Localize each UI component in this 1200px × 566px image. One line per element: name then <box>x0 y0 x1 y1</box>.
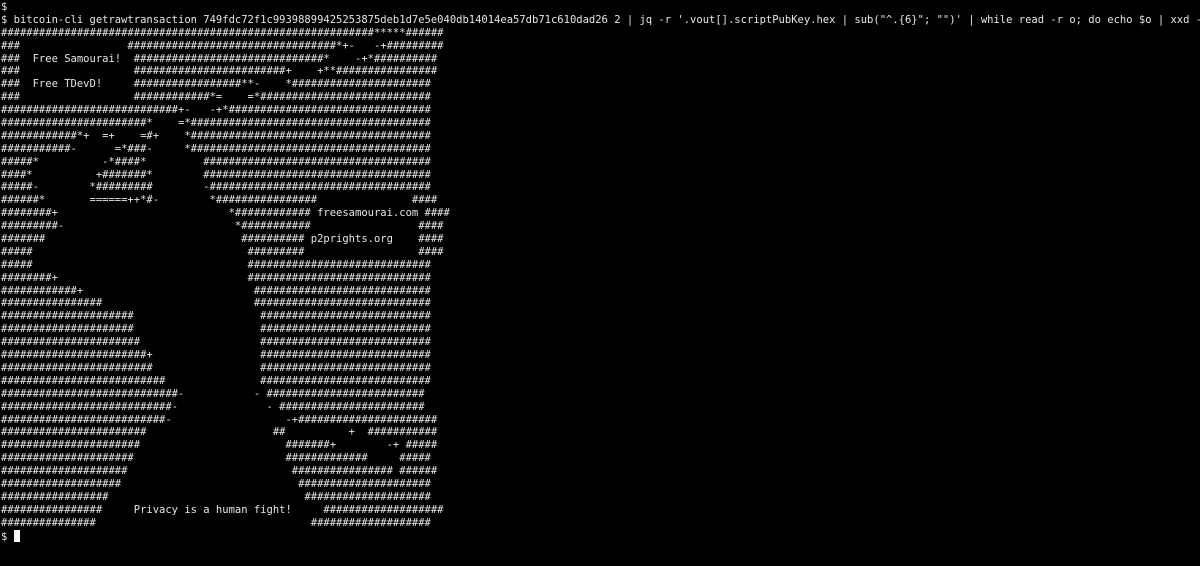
output-line: ##### ############################# <box>1 258 431 271</box>
output-line: ##################### ##################… <box>1 323 431 336</box>
output-line: ### #################################*+-… <box>1 39 444 52</box>
output-line: ########################################… <box>1 26 444 39</box>
output-line: ########+ ############################# <box>1 271 431 284</box>
output-line: ####################### ## + ########### <box>1 426 438 439</box>
output-line: #########- *########### #### <box>1 220 444 233</box>
output-line: ### ############*= =*###################… <box>1 91 431 104</box>
output-line: ############+ ##########################… <box>1 284 431 297</box>
output-line: ############### ################### <box>1 516 431 529</box>
output-line: ################### ####################… <box>1 477 431 490</box>
text-cursor <box>13 529 20 542</box>
output-line: ##################### ##################… <box>1 310 431 323</box>
output-line: ######* ======++*#- *################ ##… <box>1 194 438 207</box>
output-line: #####* -*####* #########################… <box>1 155 431 168</box>
output-line: ################ Privacy is a human figh… <box>1 503 444 516</box>
command-line: $ bitcoin-cli getrawtransaction 749fdc72… <box>1 13 1200 26</box>
output-line: ###################### #######+ -+ ##### <box>1 439 438 452</box>
output-line: ################# #################### <box>1 490 431 503</box>
output-line: ### ########################+ +**#######… <box>1 65 438 78</box>
output-line: ###########################- - #########… <box>1 400 425 413</box>
command-output: ########################################… <box>1 27 1200 530</box>
output-line: ### Free TDevD! #################**- *##… <box>1 78 431 91</box>
output-line: ########+ *############ freesamourai.com… <box>1 207 450 220</box>
output-line: ########################## #############… <box>1 374 431 387</box>
output-line: #####- *######### -#####################… <box>1 181 431 194</box>
output-line: ####### ########## p2prights.org #### <box>1 233 444 246</box>
prompt-symbol: $ <box>1 530 14 543</box>
output-line: ##################### ############# ####… <box>1 452 431 465</box>
output-line: ##########################- -+##########… <box>1 413 438 426</box>
output-line: ###################### #################… <box>1 336 431 349</box>
output-line: ################ #######################… <box>1 297 431 310</box>
output-line: #######################* =*#############… <box>1 117 431 130</box>
output-line: ### Free Samourai! #####################… <box>1 52 438 65</box>
output-line: ####* +#######* ########################… <box>1 168 431 181</box>
output-line: ############*+ =+ =#+ *#################… <box>1 129 431 142</box>
output-line: ############################- - ########… <box>1 387 425 400</box>
output-line: ###########- =*###- *###################… <box>1 142 431 155</box>
output-line: ##### ######### #### <box>1 245 444 258</box>
current-prompt[interactable]: $ <box>1 529 1200 543</box>
output-line: #######################+ ###############… <box>1 349 431 362</box>
terminal-window[interactable]: $ $ bitcoin-cli getrawtransaction 749fdc… <box>0 0 1200 566</box>
first-prompt: $ <box>1 1 8 13</box>
output-line: ######################## ###############… <box>1 361 431 374</box>
output-line: ############################+- -+*######… <box>1 104 431 117</box>
output-line: #################### ################ ##… <box>1 465 438 478</box>
